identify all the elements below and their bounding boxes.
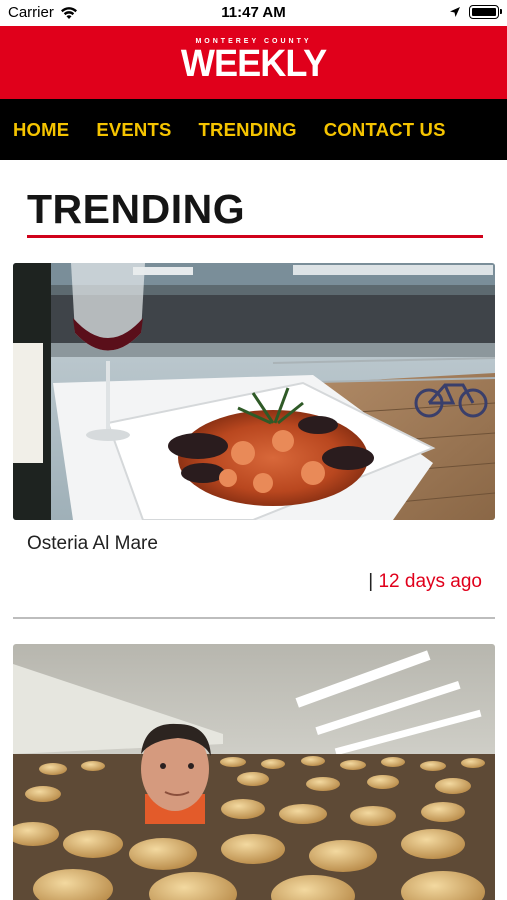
- nav-item-events[interactable]: EVENTS: [96, 119, 171, 141]
- status-bar: Carrier 11:47 AM: [0, 0, 507, 26]
- article-meta: | 12 days ago: [368, 571, 482, 593]
- main-nav: HOME EVENTS TRENDING CONTACT US: [0, 99, 507, 160]
- page-title: TRENDING: [27, 186, 246, 232]
- article-image-mushroom-farm[interactable]: [13, 644, 495, 900]
- nav-item-contact-us[interactable]: CONTACT US: [324, 119, 446, 141]
- article-image-seafood[interactable]: [13, 263, 495, 520]
- article-divider: [13, 617, 495, 619]
- battery-icon: [469, 5, 502, 19]
- article-title[interactable]: Osteria Al Mare: [27, 533, 158, 555]
- article-time-ago: 12 days ago: [378, 571, 482, 592]
- logo-wordmark: WEEKLY: [180, 43, 327, 85]
- status-right: [449, 5, 502, 19]
- meta-separator: |: [368, 571, 374, 592]
- logo[interactable]: MONTEREY COUNTY WEEKLY: [0, 38, 507, 85]
- location-arrow-icon: [450, 7, 460, 17]
- app-header: MONTEREY COUNTY WEEKLY: [0, 26, 507, 99]
- clock: 11:47 AM: [221, 4, 286, 21]
- title-underline: [27, 235, 483, 238]
- nav-item-trending[interactable]: TRENDING: [199, 119, 297, 141]
- nav-item-home[interactable]: HOME: [13, 119, 69, 141]
